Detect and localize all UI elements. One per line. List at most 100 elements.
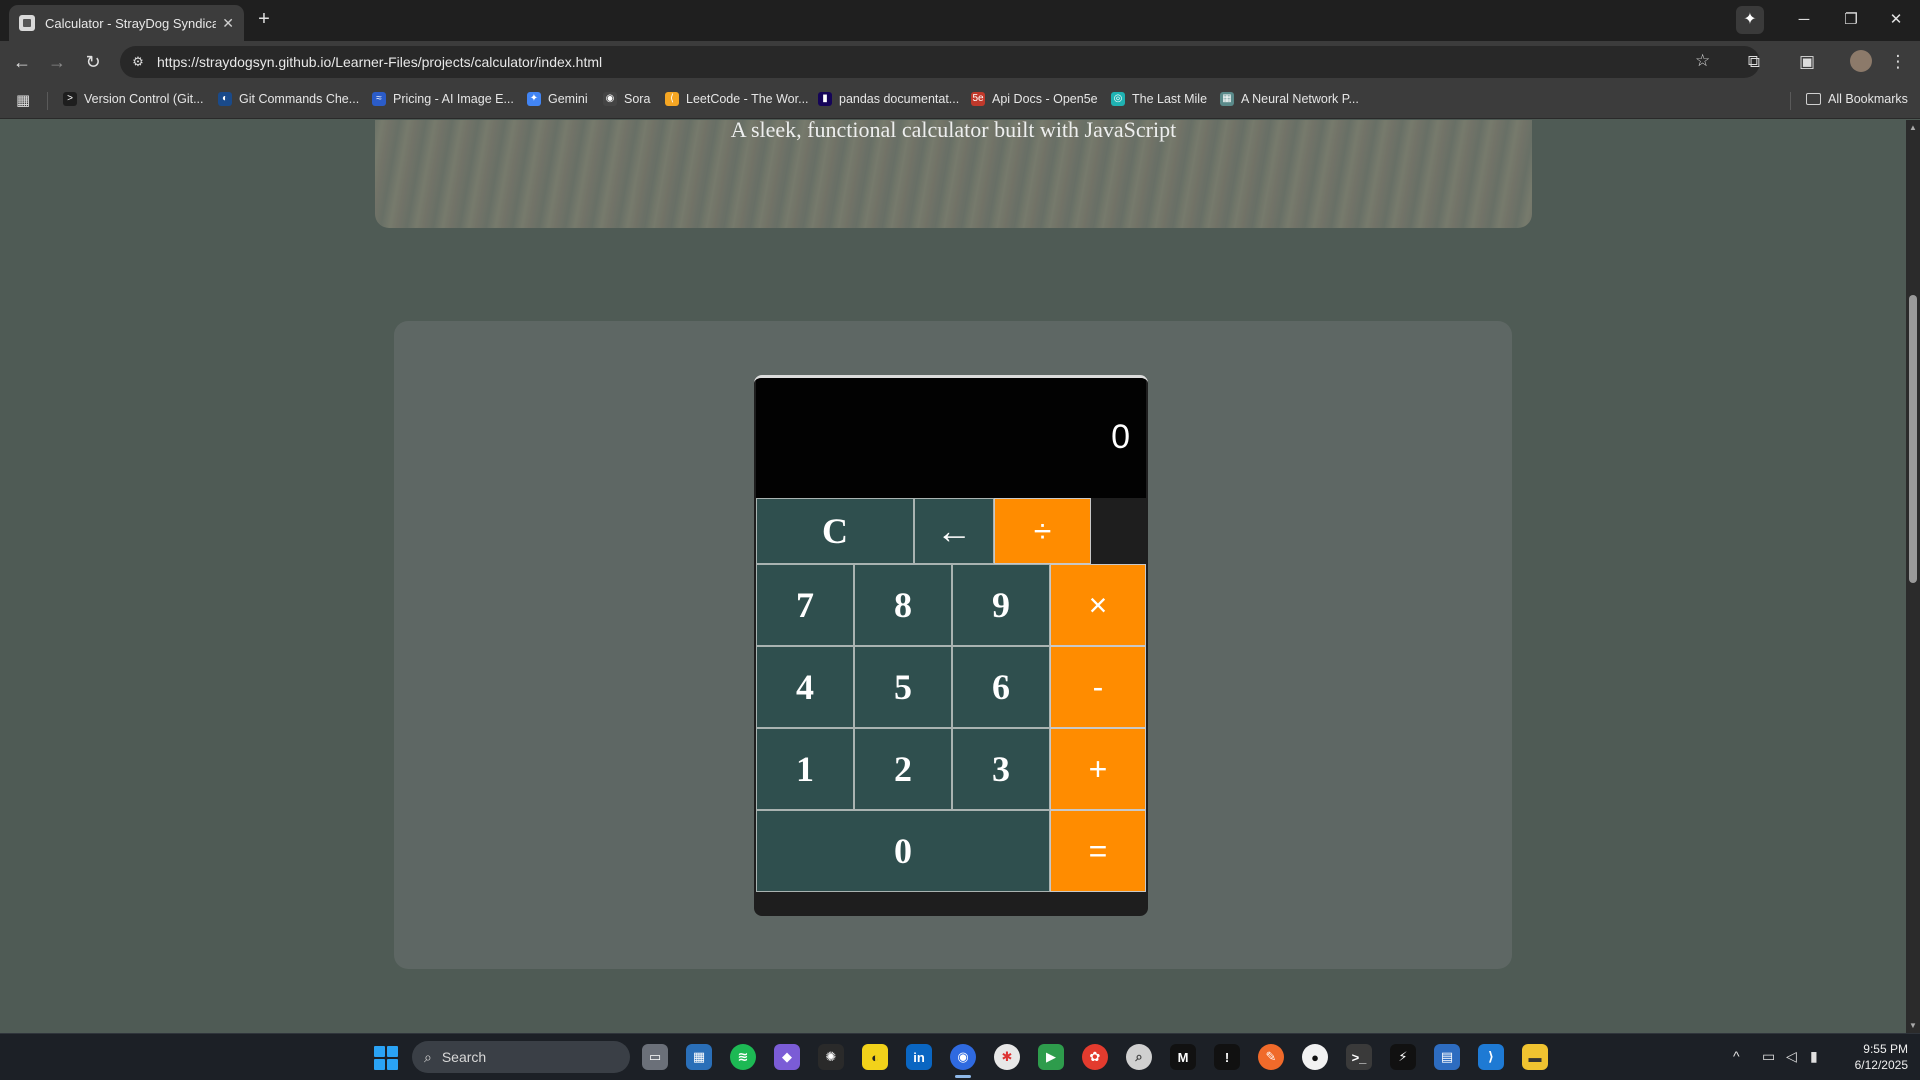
digit-7-button[interactable]: 7 — [756, 564, 854, 646]
github-icon[interactable]: ● — [1302, 1044, 1328, 1070]
chatgpt-icon[interactable]: ✺ — [818, 1044, 844, 1070]
bookmark-item[interactable]: ◐ Git Commands Che... — [218, 92, 359, 106]
digit-5-button[interactable]: 5 — [854, 646, 952, 728]
bookmark-item[interactable]: ≈ Pricing - AI Image E... — [372, 92, 514, 106]
calculator: 0 C ← ÷ 7 8 9 × 4 5 6 - 1 2 3 + 0 = — [754, 375, 1148, 916]
bookmark-favicon-icon: ▮ — [818, 92, 832, 106]
terminal-icon[interactable]: >_ — [1346, 1044, 1372, 1070]
address-bar[interactable]: ⚙ https://straydogsyn.github.io/Learner-… — [120, 46, 1760, 78]
battery-icon[interactable]: ▮ — [1810, 1048, 1818, 1065]
windows-taskbar: ⌕ Search ▭ ▦ ≋ ◆ ✺ ◐ in ◉ ✱ ▶ ✿ ⌕ M ! ✎ … — [0, 1033, 1920, 1080]
backspace-button[interactable]: ← — [914, 498, 994, 564]
bookmark-label: The Last Mile — [1132, 92, 1208, 106]
close-window-button[interactable]: ✕ — [1881, 8, 1911, 32]
forward-icon[interactable]: → — [45, 50, 69, 74]
divider — [1790, 92, 1791, 110]
linkedin-icon[interactable]: in — [906, 1044, 932, 1070]
bookmark-label: Version Control (Git... — [84, 92, 204, 106]
medium-icon[interactable]: M — [1170, 1044, 1196, 1070]
bookmarks-bar: ▦ > Version Control (Git... ◐ Git Commands … — [0, 83, 1920, 119]
reload-icon[interactable]: ↻ — [81, 50, 105, 74]
copilot-icon[interactable]: ◆ — [774, 1044, 800, 1070]
system-clock[interactable]: 9:55 PM 6/12/2025 — [1838, 1041, 1908, 1073]
scroll-down-icon[interactable]: ▼ — [1909, 1021, 1917, 1030]
vscode-icon[interactable]: ⟩ — [1478, 1044, 1504, 1070]
bookmark-item[interactable]: ◉ Sora — [603, 92, 650, 106]
cursor-app-icon[interactable]: ⚡ — [1390, 1044, 1416, 1070]
bookmark-item[interactable]: ◎ The Last Mile — [1111, 92, 1207, 106]
chrome-icon[interactable]: ◉ — [950, 1044, 976, 1070]
profile-avatar[interactable] — [1850, 50, 1872, 72]
url-text[interactable]: https://straydogsyn.github.io/Learner-Fi… — [157, 54, 602, 70]
bookmark-label: Pricing - AI Image E... — [393, 92, 514, 106]
minimize-button[interactable]: ─ — [1789, 8, 1819, 32]
bookmark-item[interactable]: ▮ pandas documentat... — [818, 92, 959, 106]
bookmark-label: pandas documentat... — [839, 92, 960, 106]
site-favicon-icon — [19, 15, 35, 31]
task-view-icon[interactable]: ▭ — [642, 1044, 668, 1070]
site-info-icon[interactable]: ⚙ — [130, 54, 146, 70]
bookmark-favicon-icon: ≈ — [372, 92, 386, 106]
bookmark-star-icon[interactable]: ☆ — [1695, 51, 1710, 71]
active-app-indicator — [955, 1075, 971, 1078]
meet-icon[interactable]: ▶ — [1038, 1044, 1064, 1070]
spotify-icon[interactable]: ≋ — [730, 1044, 756, 1070]
pen-app-icon[interactable]: ✎ — [1258, 1044, 1284, 1070]
all-bookmarks-button[interactable]: All Bookmarks — [1806, 92, 1908, 106]
bookmark-item[interactable]: ⟨ LeetCode - The Wor... — [665, 92, 809, 106]
bookmark-label: Sora — [624, 92, 651, 106]
calendar-icon[interactable]: ▦ — [686, 1044, 712, 1070]
menu-icon[interactable]: ⋮ — [1886, 50, 1910, 74]
notion-icon[interactable]: ! — [1214, 1044, 1240, 1070]
file-app-icon[interactable]: ▤ — [1434, 1044, 1460, 1070]
digit-1-button[interactable]: 1 — [756, 728, 854, 810]
bookmark-label: Git Commands Che... — [239, 92, 360, 106]
scroll-thumb[interactable] — [1909, 295, 1917, 583]
maximize-button[interactable]: ❐ — [1836, 8, 1866, 32]
tray-chevron-icon[interactable]: ^ — [1733, 1048, 1740, 1064]
tab-calculator[interactable]: Calculator - StrayDog Syndicati ✕ — [9, 5, 244, 41]
bookmark-favicon-icon: ⟨ — [665, 92, 679, 106]
gemini-icon[interactable]: ✦ — [1736, 6, 1764, 34]
network-icon[interactable]: ▭ — [1762, 1048, 1775, 1065]
clock-date: 6/12/2025 — [1854, 1058, 1908, 1072]
ltl-app-icon[interactable]: ◐ — [862, 1044, 888, 1070]
folder-icon — [1806, 93, 1821, 105]
tab-strip: Calculator - StrayDog Syndicati ✕ + ✦ ─ … — [0, 0, 1920, 41]
bookmark-item[interactable]: ✦ Gemini — [527, 92, 588, 106]
volume-icon[interactable]: ◁ — [1786, 1048, 1797, 1065]
digit-9-button[interactable]: 9 — [952, 564, 1050, 646]
multiply-button[interactable]: × — [1050, 564, 1146, 646]
digit-3-button[interactable]: 3 — [952, 728, 1050, 810]
new-tab-button[interactable]: + — [252, 8, 276, 32]
divide-button[interactable]: ÷ — [994, 498, 1091, 564]
record-app-icon[interactable]: ✿ — [1082, 1044, 1108, 1070]
equals-button[interactable]: = — [1050, 810, 1146, 892]
browser-toolbar: ← → ↻ ⚙ https://straydogsyn.github.io/Le… — [0, 41, 1920, 83]
bookmark-favicon-icon: ✦ — [527, 92, 541, 106]
close-tab-icon[interactable]: ✕ — [222, 15, 234, 32]
add-button[interactable]: + — [1050, 728, 1146, 810]
file-explorer-icon[interactable]: ▬ — [1522, 1044, 1548, 1070]
bookmark-item[interactable]: ▦ A Neural Network P... — [1220, 92, 1359, 106]
digit-8-button[interactable]: 8 — [854, 564, 952, 646]
bookmark-favicon-icon: 5e — [971, 92, 985, 106]
scroll-up-icon[interactable]: ▲ — [1909, 123, 1917, 132]
digit-4-button[interactable]: 4 — [756, 646, 854, 728]
magnifier-icon[interactable]: ⌕ — [1126, 1044, 1152, 1070]
digit-2-button[interactable]: 2 — [854, 728, 952, 810]
apps-grid-icon[interactable]: ▦ — [16, 92, 34, 110]
digit-0-button[interactable]: 0 — [756, 810, 1050, 892]
subtract-button[interactable]: - — [1050, 646, 1146, 728]
extensions-icon[interactable]: ⧉ — [1742, 50, 1766, 74]
bookmark-item[interactable]: > Version Control (Git... — [63, 92, 204, 106]
back-icon[interactable]: ← — [10, 50, 34, 74]
digit-6-button[interactable]: 6 — [952, 646, 1050, 728]
taskbar-search[interactable]: ⌕ Search — [412, 1041, 630, 1073]
reading-mode-icon[interactable]: ▣ — [1795, 50, 1819, 74]
bookmark-item[interactable]: 5e Api Docs - Open5e — [971, 92, 1098, 106]
slack-icon[interactable]: ✱ — [994, 1044, 1020, 1070]
clear-button[interactable]: C — [756, 498, 914, 564]
page-scrollbar[interactable]: ▲ ▼ — [1906, 120, 1920, 1033]
start-icon[interactable] — [374, 1046, 398, 1070]
